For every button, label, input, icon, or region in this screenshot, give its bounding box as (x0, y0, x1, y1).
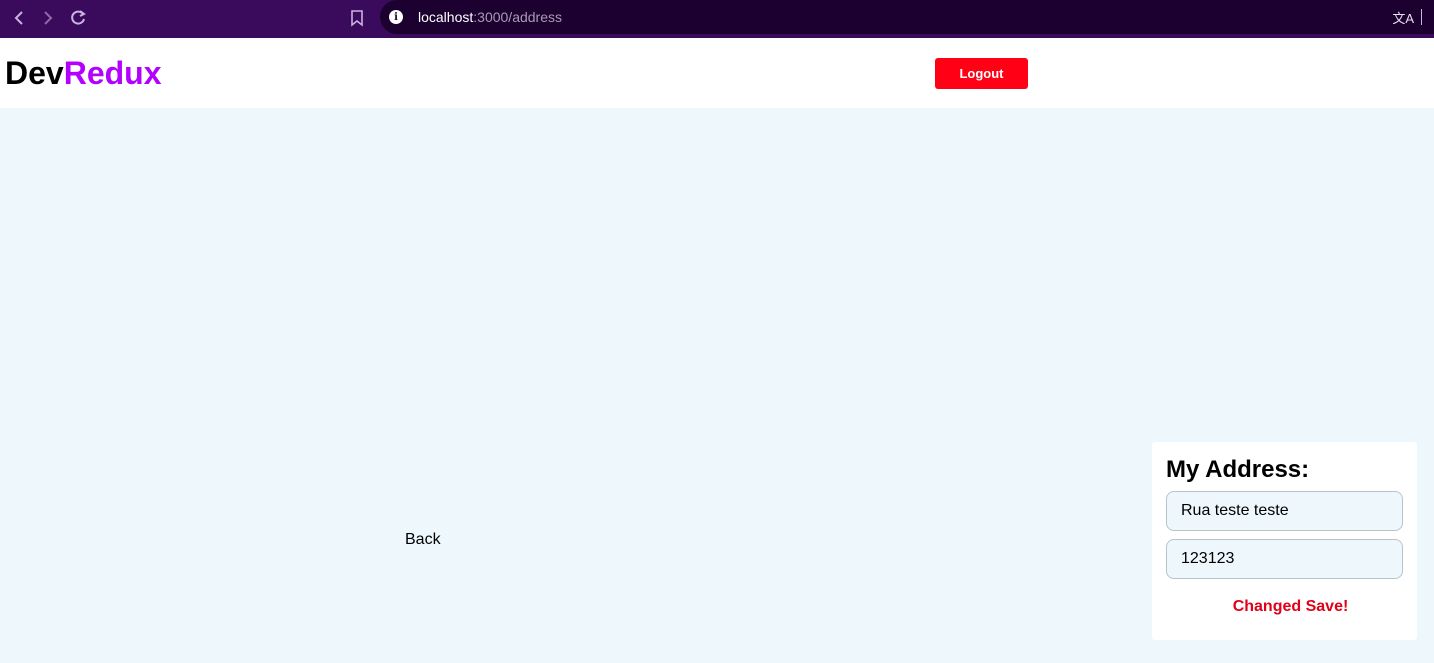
back-link[interactable]: Back (405, 531, 441, 549)
forward-nav-icon[interactable] (33, 3, 63, 33)
street-input[interactable] (1166, 491, 1403, 531)
logo: DevRedux (5, 55, 162, 91)
address-card: My Address: Changed Save! (1152, 442, 1417, 640)
back-nav-icon[interactable] (4, 3, 34, 33)
number-input[interactable] (1166, 539, 1403, 579)
logo-dev: Dev (5, 55, 64, 91)
app-header: DevRedux Logout (0, 38, 1434, 108)
save-status-message: Changed Save! (1232, 598, 1349, 615)
toolbar-divider (1421, 9, 1422, 25)
logout-button[interactable]: Logout (935, 58, 1028, 89)
address-bar[interactable]: i localhost:3000/address 文A (380, 0, 1434, 34)
browser-toolbar: i localhost:3000/address 文A (0, 0, 1434, 38)
translate-icon[interactable]: 文A (1392, 8, 1414, 27)
address-title: My Address: (1166, 456, 1310, 483)
info-icon[interactable]: i (389, 10, 403, 24)
logo-redux: Redux (63, 55, 162, 91)
reload-icon[interactable] (63, 3, 93, 33)
url-text: localhost:3000/address (418, 9, 562, 25)
bookmark-icon[interactable] (342, 3, 372, 33)
